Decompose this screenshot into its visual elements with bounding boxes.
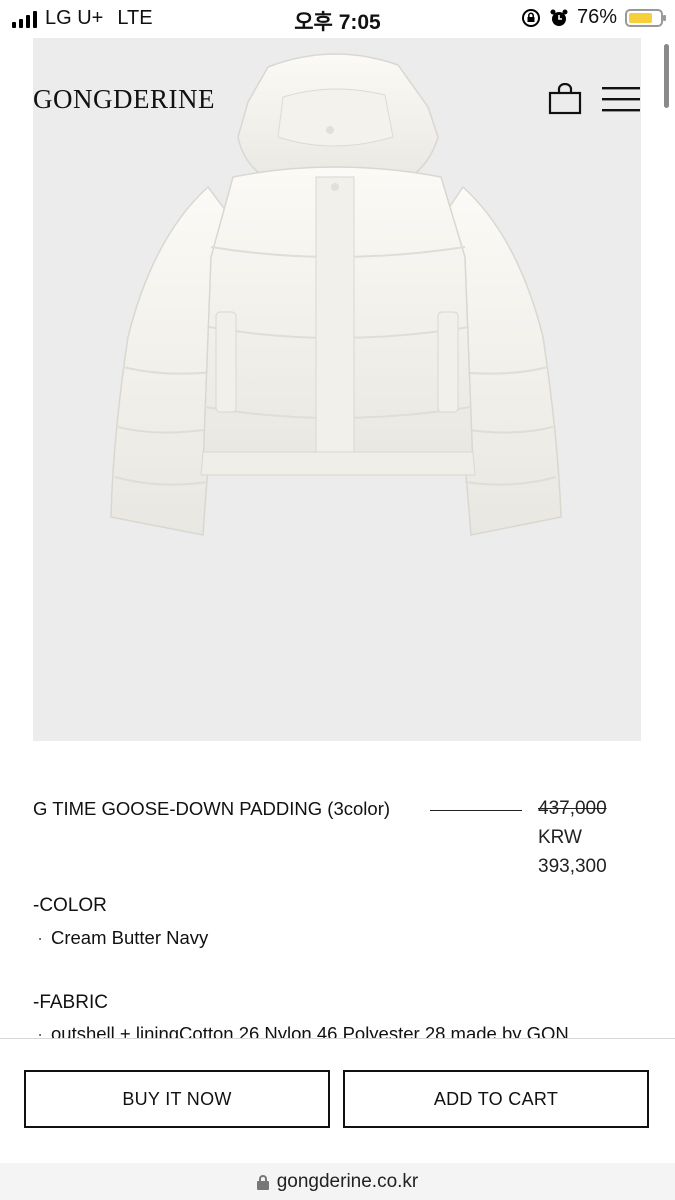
shopping-bag-icon[interactable] [548, 83, 582, 115]
color-list: Cream Butter Navy [51, 927, 209, 948]
browser-url-bar[interactable]: gongderine.co.kr [0, 1163, 675, 1200]
hamburger-menu-icon[interactable] [602, 86, 640, 112]
color-heading: -COLOR [33, 895, 107, 916]
product-name: G TIME GOOSE-DOWN PADDING (3color) [33, 798, 391, 819]
battery-icon [625, 8, 666, 27]
original-price: 437,000 [538, 798, 607, 819]
sale-price: 393,300 [538, 856, 607, 877]
rotation-lock-icon [521, 8, 540, 27]
buy-now-button[interactable]: BUY IT NOW [24, 1070, 330, 1128]
color-values: · Cream Butter Navy [37, 927, 208, 949]
cream-puffer-jacket-image [110, 53, 562, 536]
status-bar: LG U+ LTE 오후 7:05 76% [0, 0, 675, 38]
action-bar: BUY IT NOW ADD TO CART [0, 1038, 675, 1164]
add-to-cart-button[interactable]: ADD TO CART [343, 1070, 649, 1128]
bullet-dot: · [37, 927, 44, 948]
currency-label: KRW [538, 827, 582, 848]
price-divider [430, 810, 522, 811]
battery-percent: 76% [576, 6, 617, 28]
fabric-heading: -FABRIC [33, 992, 108, 1013]
url-text[interactable]: gongderine.co.kr [277, 1171, 419, 1193]
status-right: 76% [521, 6, 666, 29]
alarm-icon [550, 9, 568, 26]
product-image[interactable] [33, 37, 641, 741]
lock-icon [256, 1174, 269, 1190]
brand-logo[interactable]: GONGDERINE [33, 84, 215, 115]
scroll-indicator [664, 44, 669, 108]
